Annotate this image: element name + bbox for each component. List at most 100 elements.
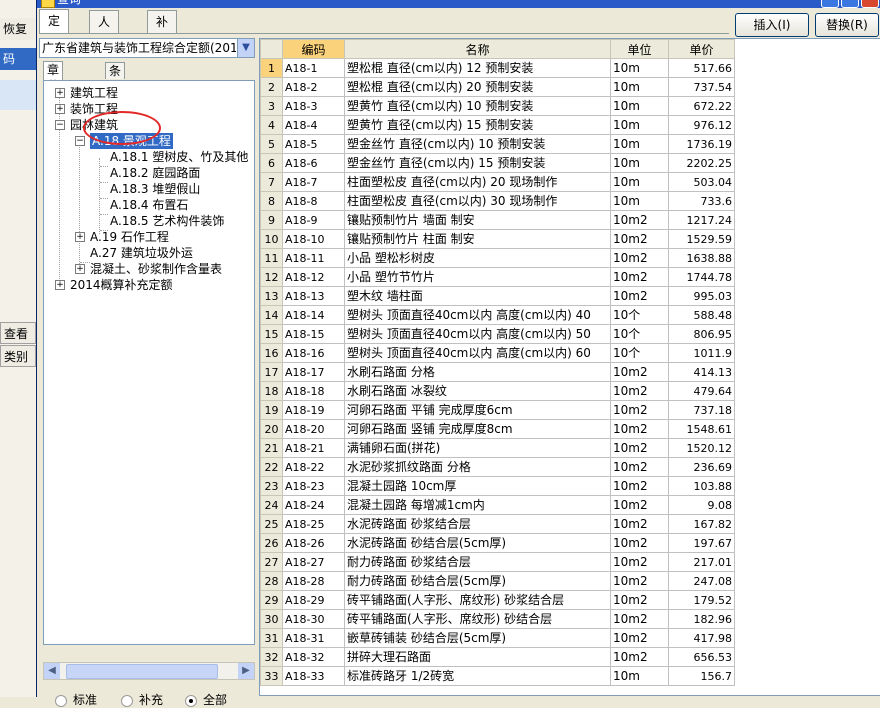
table-row[interactable]: 5 A18-5 塑金丝竹 直径(cm以内) 10 预制安装 10m 1736.19 <box>260 134 735 154</box>
table-row[interactable]: 2 A18-2 塑松棍 直径(cm以内) 20 预制安装 10m 737.54 <box>260 77 735 97</box>
name-cell[interactable]: 塑松棍 直径(cm以内) 20 预制安装 <box>344 77 611 97</box>
table-row[interactable]: 18 A18-18 水刷石路面 冰裂纹 10m2 479.64 <box>260 381 735 401</box>
table-row[interactable]: 3 A18-3 塑黄竹 直径(cm以内) 10 预制安装 10m 672.22 <box>260 96 735 116</box>
name-cell[interactable]: 塑金丝竹 直径(cm以内) 15 预制安装 <box>344 153 611 173</box>
price-cell[interactable]: 414.13 <box>668 362 735 382</box>
name-cell[interactable]: 水泥砂浆抓纹路面 分格 <box>344 457 611 477</box>
table-row[interactable]: 26 A18-26 水泥砖路面 砂结合层(5cm厚) 10m2 197.67 <box>260 533 735 553</box>
price-cell[interactable]: 479.64 <box>668 381 735 401</box>
unit-cell[interactable]: 10m2 <box>610 457 669 477</box>
code-cell[interactable]: A18-11 <box>282 248 345 268</box>
code-cell[interactable]: A18-22 <box>282 457 345 477</box>
name-cell[interactable]: 标准砖路牙 1/2砖宽 <box>344 666 611 686</box>
table-row[interactable]: 27 A18-27 耐力砖路面 砂浆结合层 10m2 217.01 <box>260 552 735 572</box>
name-cell[interactable]: 嵌草砖铺装 砂结合层(5cm厚) <box>344 628 611 648</box>
expand-icon[interactable]: + <box>55 104 65 114</box>
code-cell[interactable]: A18-16 <box>282 343 345 363</box>
price-cell[interactable]: 417.98 <box>668 628 735 648</box>
code-cell[interactable]: A18-5 <box>282 134 345 154</box>
code-cell[interactable]: A18-15 <box>282 324 345 344</box>
name-cell[interactable]: 柱面塑松皮 直径(cm以内) 30 现场制作 <box>344 191 611 211</box>
tree-node[interactable]: A.18.5 艺术构件装饰 <box>44 213 244 229</box>
name-cell[interactable]: 小品 塑松杉树皮 <box>344 248 611 268</box>
price-cell[interactable]: 247.08 <box>668 571 735 591</box>
code-cell[interactable]: A18-2 <box>282 77 345 97</box>
unit-cell[interactable]: 10m2 <box>610 286 669 306</box>
code-cell[interactable]: A18-24 <box>282 495 345 515</box>
code-cell[interactable]: A18-4 <box>282 115 345 135</box>
unit-cell[interactable]: 10m2 <box>610 609 669 629</box>
unit-cell[interactable]: 10m <box>610 666 669 686</box>
column-header-price[interactable]: 单价 <box>668 39 735 59</box>
price-cell[interactable]: 1529.59 <box>668 229 735 249</box>
unit-cell[interactable]: 10m <box>610 96 669 116</box>
radio-supplement[interactable]: 补充 <box>121 692 163 708</box>
tree-node[interactable]: A.18.1 塑树皮、竹及其他 <box>44 149 254 165</box>
name-cell[interactable]: 塑树头 顶面直径40cm以内 高度(cm以内) 60 <box>344 343 611 363</box>
restore-button[interactable]: 恢复 <box>0 18 36 40</box>
code-cell[interactable]: A18-21 <box>282 438 345 458</box>
tree-node[interactable]: + 装饰工程 <box>44 101 244 117</box>
unit-cell[interactable]: 10m2 <box>610 381 669 401</box>
unit-cell[interactable]: 10m2 <box>610 400 669 420</box>
code-cell[interactable]: A18-12 <box>282 267 345 287</box>
radio-standard[interactable]: 标准 <box>55 692 97 708</box>
table-row[interactable]: 7 A18-7 柱面塑松皮 直径(cm以内) 20 现场制作 10m 503.04 <box>260 172 735 192</box>
price-cell[interactable]: 656.53 <box>668 647 735 667</box>
unit-cell[interactable]: 10m2 <box>610 267 669 287</box>
unit-cell[interactable]: 10m <box>610 77 669 97</box>
tab-materials[interactable]: 人材机 <box>89 10 120 73</box>
price-cell[interactable]: 806.95 <box>668 324 735 344</box>
column-header-code[interactable]: 编码 <box>282 39 345 59</box>
table-row[interactable]: 17 A18-17 水刷石路面 分格 10m2 414.13 <box>260 362 735 382</box>
table-row[interactable]: 9 A18-9 镶贴预制竹片 墙面 制安 10m2 1217.24 <box>260 210 735 230</box>
expand-icon[interactable]: + <box>75 264 85 274</box>
unit-cell[interactable]: 10m2 <box>610 476 669 496</box>
code-cell[interactable]: A18-14 <box>282 305 345 325</box>
name-cell[interactable]: 水刷石路面 分格 <box>344 362 611 382</box>
table-row[interactable]: 1 A18-1 塑松棍 直径(cm以内) 12 预制安装 10m 517.66 <box>260 58 735 78</box>
code-cell[interactable]: A18-32 <box>282 647 345 667</box>
tree-horizontal-scrollbar[interactable]: ◀ ▶ <box>43 662 255 680</box>
name-cell[interactable]: 砖平铺路面(人字形、席纹形) 砂结合层 <box>344 609 611 629</box>
expand-icon[interactable]: + <box>75 232 85 242</box>
name-cell[interactable]: 拼碎大理石路面 <box>344 647 611 667</box>
tree-node[interactable]: + 混凝土、砂浆制作含量表 <box>44 261 244 277</box>
code-cell[interactable]: A18-3 <box>282 96 345 116</box>
price-cell[interactable]: 1217.24 <box>668 210 735 230</box>
name-cell[interactable]: 塑树头 顶面直径40cm以内 高度(cm以内) 40 <box>344 305 611 325</box>
table-row[interactable]: 8 A18-8 柱面塑松皮 直径(cm以内) 30 现场制作 10m 733.6 <box>260 191 735 211</box>
table-row[interactable]: 15 A18-15 塑树头 顶面直径40cm以内 高度(cm以内) 50 10个 806… <box>260 324 735 344</box>
price-cell[interactable]: 1736.19 <box>668 134 735 154</box>
tree-node[interactable]: A.18.2 庭园路面 <box>44 165 244 181</box>
unit-cell[interactable]: 10个 <box>610 324 669 344</box>
unit-cell[interactable]: 10m2 <box>610 229 669 249</box>
table-row[interactable]: 22 A18-22 水泥砂浆抓纹路面 分格 10m2 236.69 <box>260 457 735 477</box>
unit-cell[interactable]: 10m2 <box>610 248 669 268</box>
table-row[interactable]: 6 A18-6 塑金丝竹 直径(cm以内) 15 预制安装 10m 2202.25 <box>260 153 735 173</box>
unit-cell[interactable]: 10m <box>610 134 669 154</box>
radio-circle-icon[interactable] <box>55 694 67 707</box>
name-cell[interactable]: 混凝土园路 每增减1cm内 <box>344 495 611 515</box>
tree-node[interactable]: + A.19 石作工程 <box>44 229 244 245</box>
price-cell[interactable]: 1548.61 <box>668 419 735 439</box>
code-cell[interactable]: A18-8 <box>282 191 345 211</box>
tree-node[interactable]: + 建筑工程 <box>44 85 244 101</box>
code-cell[interactable]: A18-33 <box>282 666 345 686</box>
name-cell[interactable]: 小品 塑竹节竹片 <box>344 267 611 287</box>
unit-cell[interactable]: 10个 <box>610 343 669 363</box>
unit-cell[interactable]: 10m <box>610 58 669 78</box>
name-cell[interactable]: 水泥砖路面 砂浆结合层 <box>344 514 611 534</box>
code-cell[interactable]: A18-20 <box>282 419 345 439</box>
code-cell[interactable]: A18-28 <box>282 571 345 591</box>
table-row[interactable]: 10 A18-10 镶贴预制竹片 柱面 制安 10m2 1529.59 <box>260 229 735 249</box>
table-row[interactable]: 24 A18-24 混凝土园路 每增减1cm内 10m2 9.08 <box>260 495 735 515</box>
price-cell[interactable]: 995.03 <box>668 286 735 306</box>
name-cell[interactable]: 镶贴预制竹片 墙面 制安 <box>344 210 611 230</box>
tree-node[interactable]: A.18.3 堆塑假山 <box>44 181 244 197</box>
code-cell[interactable]: A18-27 <box>282 552 345 572</box>
radio-circle-icon[interactable] <box>121 694 133 707</box>
price-cell[interactable]: 672.22 <box>668 96 735 116</box>
price-cell[interactable]: 182.96 <box>668 609 735 629</box>
price-cell[interactable]: 179.52 <box>668 590 735 610</box>
